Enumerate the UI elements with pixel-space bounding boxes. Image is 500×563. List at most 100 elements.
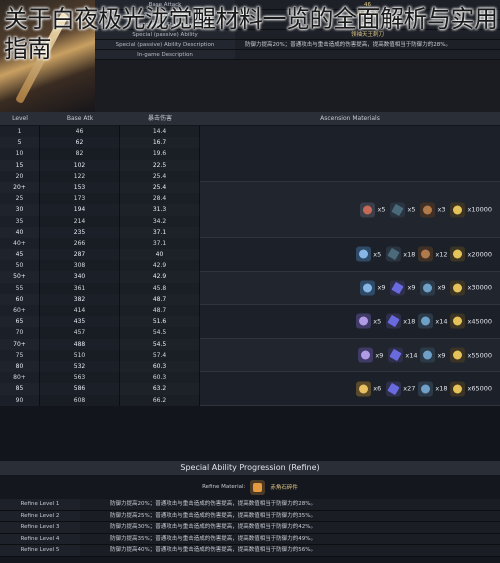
- crit-dmg-cell: 42.9: [120, 271, 200, 283]
- material-quantity: x18: [403, 250, 416, 259]
- material-item[interactable]: x65000: [450, 381, 492, 397]
- material-item[interactable]: x5: [356, 313, 383, 329]
- shell2-icon: [418, 313, 434, 329]
- level-cell: 35: [0, 215, 40, 227]
- material-item[interactable]: x5: [390, 202, 417, 217]
- claw2-icon: [390, 280, 406, 296]
- crit-dmg-cell: 63.2: [120, 383, 200, 395]
- material-item[interactable]: x3: [420, 202, 447, 217]
- material-item[interactable]: x55000: [450, 347, 492, 363]
- table-row: 70+ 488 54.5: [0, 338, 200, 350]
- refine-row: Refine Level 1 防御力提高20%；普通攻击与重击造成的伤害提高，提高…: [0, 499, 500, 511]
- base-atk-cell: 488: [40, 338, 120, 350]
- material-item[interactable]: x10000: [450, 202, 492, 217]
- material-quantity: x27: [403, 384, 416, 393]
- base-atk-cell: 532: [40, 360, 120, 373]
- material-item[interactable]: x5: [356, 246, 383, 262]
- refine-levels: Refine Level 1 防御力提高20%；普通攻击与重击造成的伤害提高，提高…: [0, 499, 500, 557]
- material-quantity: x5: [373, 250, 382, 259]
- crit-dmg-cell: 34.2: [120, 215, 200, 227]
- table-row: 45 287 40: [0, 249, 200, 261]
- material-item[interactable]: x9: [390, 280, 417, 296]
- refine-level-label: Refine Level 5: [0, 545, 80, 556]
- crit-dmg-cell: 54.5: [120, 338, 200, 350]
- material-item[interactable]: x18: [386, 246, 416, 262]
- base-atk-cell: 235: [40, 226, 120, 238]
- refine-level-text: 防御力提高30%；普通攻击与重击造成的伤害提高，提高数值相当于防御力的42%。: [80, 522, 500, 533]
- table-row: 55 361 45.8: [0, 282, 200, 294]
- table-row: 90 608 66.2: [0, 394, 200, 406]
- material-quantity: x5: [373, 317, 382, 326]
- table-row: 20 122 25.4: [0, 170, 200, 182]
- table-row: 80+ 563 60.3: [0, 372, 200, 384]
- crit-dmg-cell: 25.4: [120, 181, 200, 194]
- table-row: 60+ 414 48.7: [0, 305, 200, 317]
- ascension-phase: x5 x18 x12 x20000: [200, 238, 500, 272]
- material-item[interactable]: x9: [420, 347, 447, 363]
- crit-dmg-cell: 37.1: [120, 226, 200, 238]
- claw2-icon: [388, 347, 404, 363]
- material-quantity: x9: [407, 283, 416, 292]
- level-cell: 25: [0, 193, 40, 205]
- ascension-phase: [200, 126, 500, 182]
- material-item[interactable]: x9: [420, 280, 447, 296]
- level-cell: 55: [0, 282, 40, 294]
- table-row: 70 457 54.5: [0, 327, 200, 339]
- seal2-icon: [356, 246, 372, 262]
- table-row: 50+ 340 42.9: [0, 271, 200, 283]
- material-quantity: x9: [375, 351, 384, 360]
- table-row: 10 82 19.6: [0, 148, 200, 160]
- base-atk-cell: 308: [40, 260, 120, 272]
- material-item[interactable]: x9: [358, 347, 385, 363]
- material-item[interactable]: x18: [418, 381, 447, 397]
- base-atk-cell: 194: [40, 204, 120, 216]
- base-atk-cell: 266: [40, 237, 120, 250]
- table-row: 25 173 28.4: [0, 193, 200, 205]
- level-cell: 65: [0, 316, 40, 328]
- table-row: 80 532 60.3: [0, 360, 200, 373]
- crit-dmg-cell: 48.7: [120, 293, 200, 305]
- material-item[interactable]: x20000: [450, 246, 492, 262]
- shell2-icon: [420, 280, 436, 296]
- material-item[interactable]: x9: [360, 280, 387, 296]
- base-atk-cell: 173: [40, 193, 120, 205]
- refine-level-label: Refine Level 4: [0, 533, 80, 544]
- material-item[interactable]: x27: [386, 381, 416, 397]
- level-cell: 80+: [0, 372, 40, 384]
- material-item[interactable]: x12: [418, 246, 447, 262]
- material-item[interactable]: x6: [356, 381, 383, 397]
- material-item[interactable]: x18: [386, 313, 415, 329]
- claw2-icon: [386, 381, 402, 397]
- material-item[interactable]: x14: [418, 313, 447, 329]
- material-item[interactable]: x30000: [450, 280, 492, 296]
- material-item[interactable]: x14: [388, 347, 417, 363]
- material-item[interactable]: x5: [360, 202, 387, 217]
- table-row: 5 62 16.7: [0, 137, 200, 149]
- material-item[interactable]: x45000: [450, 313, 492, 329]
- base-atk-cell: 214: [40, 215, 120, 227]
- refine-material-icon: [250, 479, 266, 495]
- seal3-icon: [358, 347, 374, 363]
- ascension-phase: x5 x5 x3 x10000: [200, 182, 500, 238]
- material-quantity: x10000: [467, 205, 492, 214]
- level-cell: 90: [0, 394, 40, 406]
- ascension-phase: x6 x27 x18 x65000: [200, 372, 500, 406]
- page-title: 关于白夜极光泷觉醒材料一览的全面解析与实用指南: [4, 5, 498, 63]
- base-atk-cell: 82: [40, 148, 120, 160]
- level-cell: 40+: [0, 237, 40, 250]
- material-quantity: x30000: [467, 283, 492, 292]
- crit-dmg-cell: 45.8: [120, 282, 200, 294]
- claw-icon: [390, 202, 406, 217]
- level-cell: 70: [0, 327, 40, 339]
- refine-level-label: Refine Level 3: [0, 522, 80, 533]
- refine-level-label: Refine Level 1: [0, 499, 80, 510]
- level-cell: 20+: [0, 181, 40, 194]
- level-cell: 75: [0, 349, 40, 361]
- crit-dmg-cell: 66.2: [120, 394, 200, 406]
- table-row: 50 308 42.9: [0, 260, 200, 272]
- base-atk-cell: 435: [40, 316, 120, 328]
- material-quantity: x9: [377, 283, 386, 292]
- level-cell: 45: [0, 249, 40, 261]
- level-cell: 40: [0, 226, 40, 238]
- level-cell: 60: [0, 293, 40, 305]
